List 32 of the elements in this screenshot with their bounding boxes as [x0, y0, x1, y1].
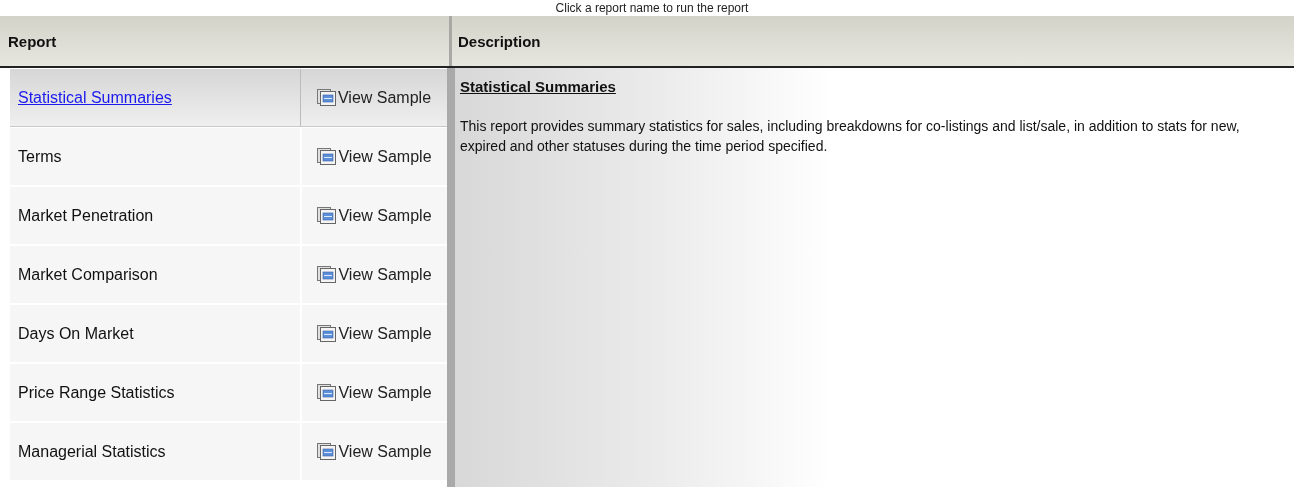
document-icon — [317, 443, 338, 460]
instruction-text: Click a report name to run the report — [554, 0, 750, 16]
report-row[interactable]: Statistical Summaries View Sample — [10, 69, 447, 127]
view-sample-link[interactable]: View Sample — [317, 324, 432, 343]
report-link[interactable]: Market Penetration — [18, 206, 154, 225]
view-sample-link[interactable]: View Sample — [317, 147, 432, 166]
view-sample-link[interactable]: View Sample — [317, 442, 432, 461]
report-link[interactable]: Market Comparison — [18, 265, 158, 284]
report-link[interactable]: Days On Market — [18, 324, 134, 343]
column-header: Description — [457, 31, 542, 52]
report-row[interactable]: Days On Market View Sample — [10, 305, 447, 363]
report-link[interactable]: Terms — [18, 147, 62, 166]
view-sample-link[interactable]: View Sample — [317, 265, 432, 284]
view-sample-link[interactable]: View Sample — [317, 383, 432, 402]
report-row[interactable]: Market Comparison View Sample — [10, 246, 447, 304]
report-link[interactable]: Statistical Summaries — [18, 88, 172, 107]
description-title: Statistical Summaries — [460, 78, 617, 95]
document-icon — [316, 89, 337, 106]
view-sample-link[interactable]: View Sample — [317, 206, 432, 225]
document-icon — [317, 384, 338, 401]
view-sample-link[interactable]: View Sample — [316, 88, 432, 107]
document-icon — [317, 148, 338, 165]
document-icon — [317, 207, 338, 224]
report-link[interactable]: Managerial Statistics — [18, 442, 166, 461]
document-icon — [317, 325, 338, 342]
document-icon — [317, 266, 338, 283]
report-row[interactable]: Price Range Statistics View Sample — [10, 364, 447, 422]
report-row[interactable]: Market Penetration View Sample — [10, 187, 447, 245]
report-link[interactable]: Price Range Statistics — [18, 383, 175, 402]
report-row[interactable]: Terms View Sample — [10, 128, 447, 186]
description-text: This report provides summary statistics for sales, including breakdowns for co-listings and list/sale, in addition to stats for new, expired and other statuses during the time period specified. — [460, 117, 1241, 156]
report-row[interactable]: Managerial Statistics View Sample — [10, 423, 447, 481]
